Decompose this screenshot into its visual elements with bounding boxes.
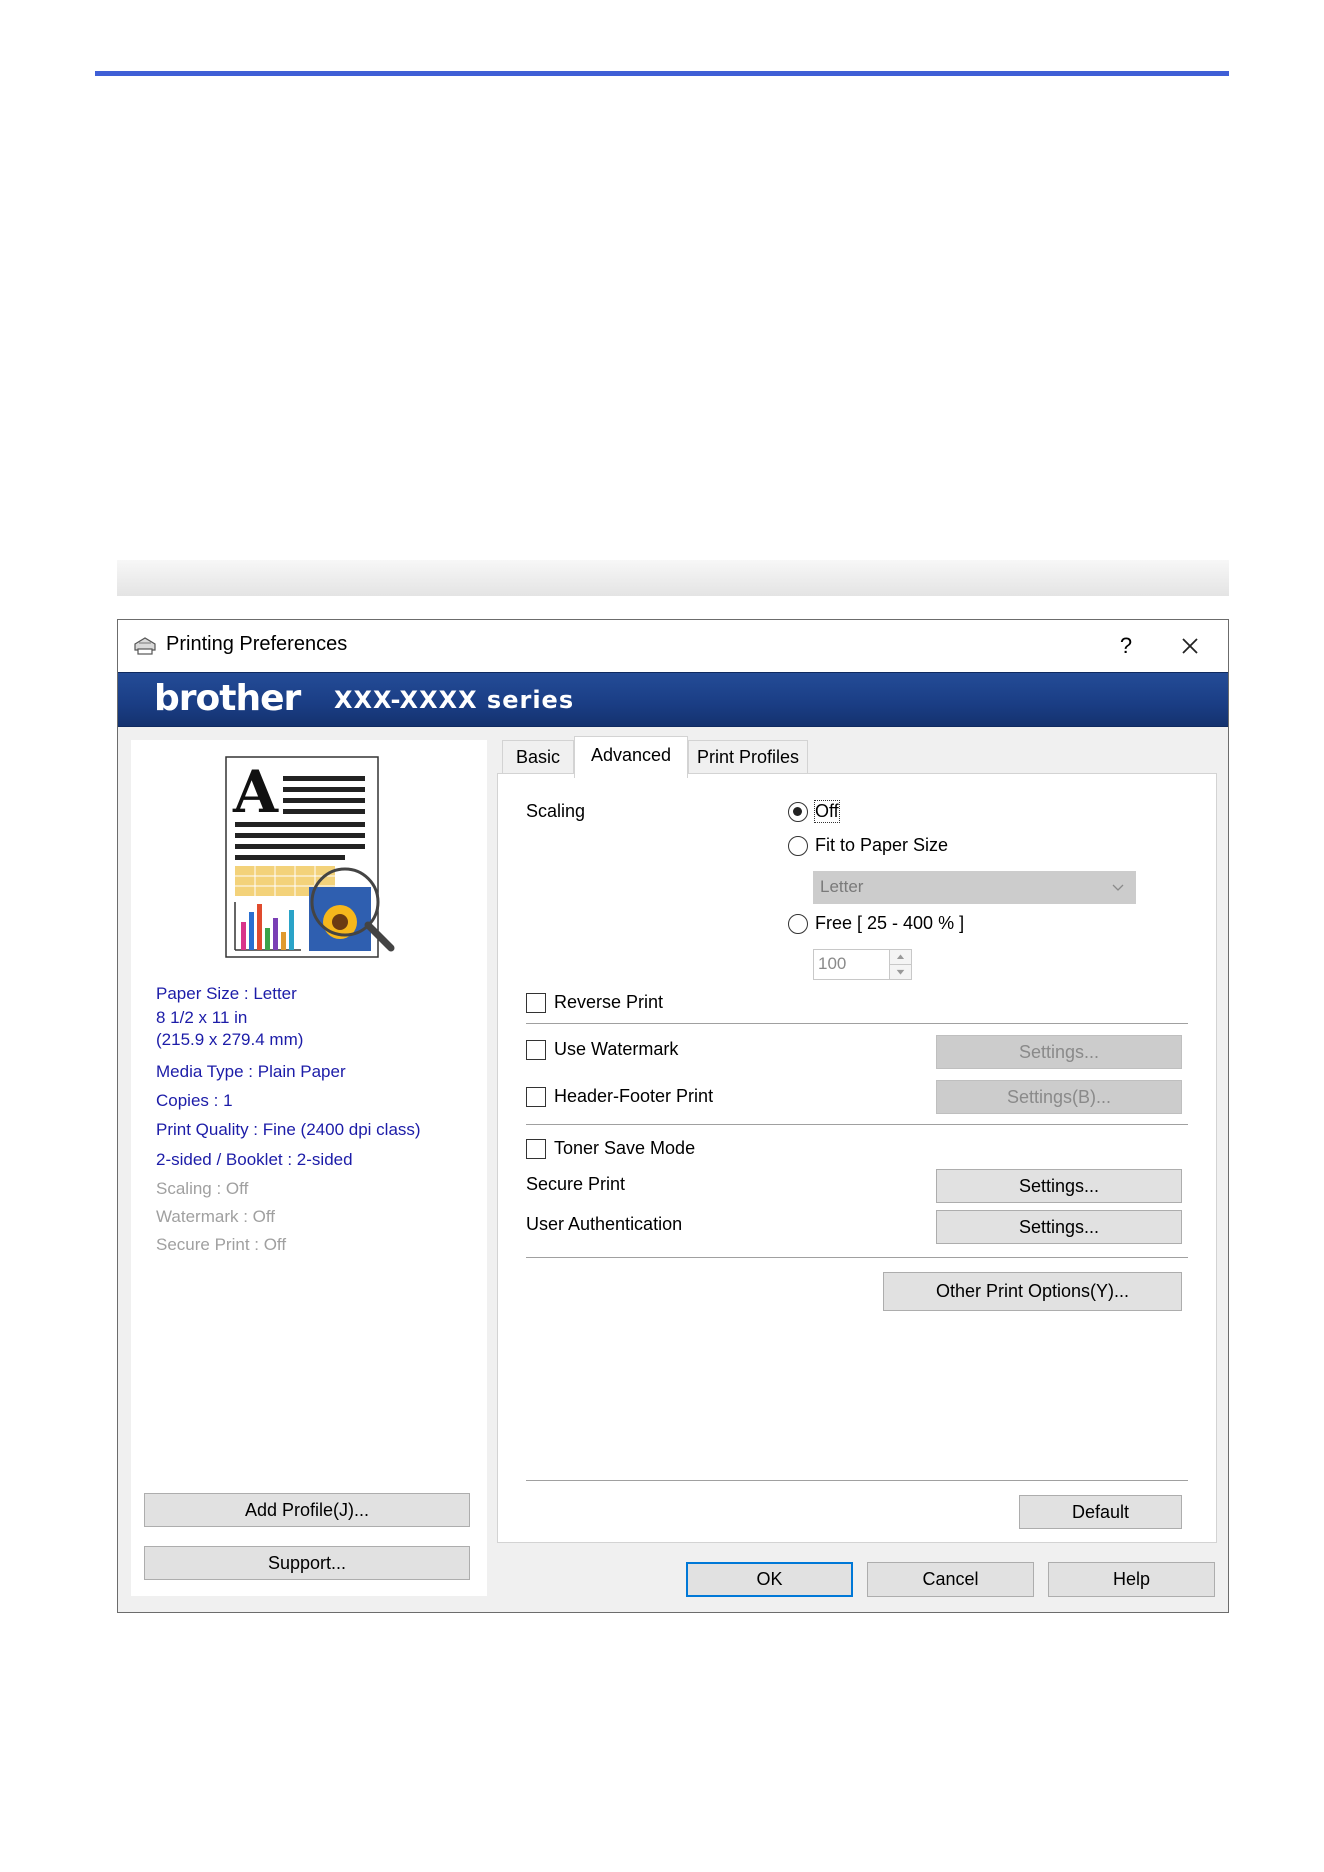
brand-logo: brother bbox=[154, 678, 301, 719]
toner-save-checkbox[interactable] bbox=[526, 1139, 546, 1159]
advanced-tab-panel: Scaling Off Fit to Paper Size Letter Fre… bbox=[497, 773, 1217, 1543]
chevron-down-icon bbox=[1112, 884, 1124, 891]
support-button[interactable]: Support... bbox=[144, 1546, 470, 1580]
spin-up-icon bbox=[890, 954, 911, 965]
svg-text:A: A bbox=[232, 758, 279, 826]
print-preview-image: A bbox=[225, 756, 395, 958]
summary-media-type: Media Type : Plain Paper bbox=[156, 1062, 346, 1081]
ok-button[interactable]: OK bbox=[686, 1562, 853, 1597]
header-footer-label[interactable]: Header-Footer Print bbox=[554, 1086, 713, 1107]
help-icon[interactable]: ? bbox=[1106, 630, 1146, 662]
user-auth-settings-button[interactable]: Settings... bbox=[936, 1210, 1182, 1244]
fit-paper-size-value: Letter bbox=[820, 877, 864, 896]
scaling-off-radio[interactable] bbox=[788, 802, 808, 822]
add-profile-button[interactable]: Add Profile(J)... bbox=[144, 1493, 470, 1527]
model-name: XXX-XXXX series bbox=[334, 686, 575, 714]
secure-print-settings-button[interactable]: Settings... bbox=[936, 1169, 1182, 1203]
reverse-print-label[interactable]: Reverse Print bbox=[554, 992, 663, 1013]
summary-scaling: Scaling : Off bbox=[156, 1179, 249, 1198]
spin-buttons bbox=[889, 950, 911, 979]
header-footer-checkbox[interactable] bbox=[526, 1087, 546, 1107]
summary-two-sided: 2-sided / Booklet : 2-sided bbox=[156, 1150, 353, 1169]
watermark-settings-button[interactable]: Settings... bbox=[936, 1035, 1182, 1069]
summary-paper-mm: (215.9 x 279.4 mm) bbox=[156, 1030, 304, 1049]
tab-print-profiles[interactable]: Print Profiles bbox=[688, 740, 808, 774]
summary-paper-dims: 8 1/2 x 11 in bbox=[156, 1008, 248, 1027]
scaling-off-label[interactable]: Off bbox=[814, 800, 840, 823]
close-icon[interactable] bbox=[1170, 628, 1210, 664]
scaling-fit-label[interactable]: Fit to Paper Size bbox=[815, 835, 948, 856]
scaling-fit-radio[interactable] bbox=[788, 836, 808, 856]
spin-down-icon bbox=[896, 969, 905, 975]
header-footer-settings-button[interactable]: Settings(B)... bbox=[936, 1080, 1182, 1114]
section-band bbox=[117, 560, 1229, 596]
default-button[interactable]: Default bbox=[1019, 1495, 1182, 1529]
summary-paper-size: Paper Size : Letter bbox=[156, 984, 297, 1003]
summary-copies: Copies : 1 bbox=[156, 1091, 233, 1110]
help-button[interactable]: Help bbox=[1048, 1562, 1215, 1597]
divider bbox=[526, 1124, 1188, 1125]
divider bbox=[526, 1480, 1188, 1481]
printer-icon bbox=[134, 637, 156, 655]
scaling-label: Scaling bbox=[526, 801, 586, 821]
secure-print-label: Secure Print bbox=[526, 1174, 626, 1194]
toner-save-label[interactable]: Toner Save Mode bbox=[554, 1138, 695, 1159]
dialog-title: Printing Preferences bbox=[166, 633, 348, 655]
top-accent-rule bbox=[95, 71, 1229, 76]
use-watermark-label[interactable]: Use Watermark bbox=[554, 1039, 678, 1060]
printing-preferences-dialog: Printing Preferences ? brother XXX-XXXX … bbox=[117, 619, 1229, 1613]
free-scale-stepper: 100 bbox=[813, 949, 912, 980]
scaling-free-label[interactable]: Free [ 25 - 400 % ] bbox=[815, 913, 964, 934]
tab-basic[interactable]: Basic bbox=[502, 740, 574, 774]
other-print-options-button[interactable]: Other Print Options(Y)... bbox=[883, 1272, 1182, 1311]
title-bar[interactable]: Printing Preferences ? bbox=[118, 620, 1228, 672]
fit-paper-size-select: Letter bbox=[813, 871, 1136, 904]
brand-banner: brother XXX-XXXX series bbox=[118, 672, 1228, 727]
free-scale-value: 100 bbox=[818, 954, 847, 973]
divider bbox=[526, 1257, 1188, 1258]
reverse-print-checkbox[interactable] bbox=[526, 993, 546, 1013]
cancel-button[interactable]: Cancel bbox=[867, 1562, 1034, 1597]
summary-watermark: Watermark : Off bbox=[156, 1207, 276, 1226]
tab-advanced[interactable]: Advanced bbox=[574, 736, 688, 778]
user-auth-label: User Authentication bbox=[526, 1214, 683, 1234]
summary-print-quality: Print Quality : Fine (2400 dpi class) bbox=[156, 1120, 421, 1139]
scaling-free-radio[interactable] bbox=[788, 914, 808, 934]
summary-panel: A Paper Size: Letter 8 1/2 x 11 in (215… bbox=[131, 740, 487, 1596]
summary-secure-print: Secure Print : Off bbox=[156, 1235, 287, 1254]
use-watermark-checkbox[interactable] bbox=[526, 1040, 546, 1060]
divider bbox=[526, 1023, 1188, 1024]
